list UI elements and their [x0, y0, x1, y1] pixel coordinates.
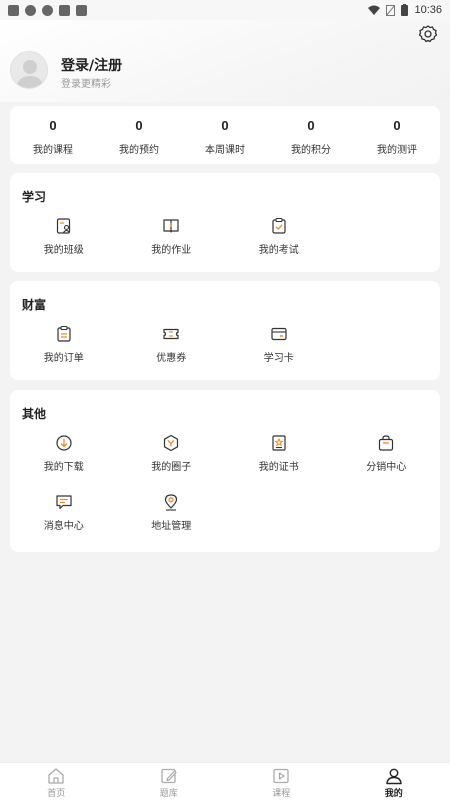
menu-label: 我的订单 — [43, 353, 84, 364]
distribution-icon — [379, 435, 394, 451]
avatar[interactable] — [10, 51, 48, 89]
menu-my-circles[interactable]: 我的圈子 — [118, 434, 226, 473]
battery-icon — [401, 4, 409, 16]
image-icon — [59, 4, 70, 16]
tab-home[interactable]: 首页 — [0, 763, 113, 800]
message-icon — [56, 495, 72, 510]
section-title: 学习 — [22, 190, 47, 204]
profile-icon — [386, 768, 402, 785]
tab-courses[interactable]: 课程 — [225, 763, 338, 800]
stat-my-points[interactable]: 0 我的积分 — [268, 106, 354, 164]
section-title: 财富 — [22, 298, 47, 312]
stat-value: 0 — [49, 118, 57, 133]
home-icon — [48, 768, 64, 784]
bottom-tab-bar: 首页 题库 课程 我的 — [0, 762, 450, 800]
menu-my-downloads[interactable]: 我的下载 — [10, 434, 118, 473]
study-section: 学习 我的班级 我的作业 我的考试 — [10, 173, 440, 272]
sync-icon — [42, 4, 53, 16]
stat-my-assessments[interactable]: 0 我的测评 — [354, 106, 440, 164]
stat-value: 0 — [221, 118, 229, 133]
stat-label: 本周课时 — [205, 145, 245, 156]
stat-label: 我的预约 — [119, 145, 159, 156]
menu-my-class[interactable]: 我的班级 — [10, 217, 118, 256]
profile-header: 登录/注册 登录更精彩 — [0, 20, 450, 102]
avatar-placeholder-icon — [16, 60, 44, 88]
login-hint: 登录更精彩 — [61, 79, 111, 90]
circle-icon — [164, 434, 179, 452]
stat-value: 0 — [393, 118, 401, 133]
menu-study-card[interactable]: 学习卡 — [225, 325, 333, 364]
menu-label: 我的作业 — [151, 245, 192, 256]
menu-label: 我的下载 — [43, 462, 84, 473]
menu-message-center[interactable]: 消息中心 — [10, 493, 118, 532]
stat-week-hours[interactable]: 0 本周课时 — [182, 106, 268, 164]
stat-label: 我的课程 — [33, 145, 73, 156]
question-bank-icon — [161, 768, 177, 784]
certificate-icon — [272, 435, 286, 451]
card-icon — [271, 327, 287, 341]
menu-label: 优惠券 — [156, 353, 187, 364]
menu-label: 我的圈子 — [151, 462, 192, 473]
tab-profile[interactable]: 我的 — [338, 763, 450, 800]
section-title: 其他 — [22, 407, 47, 421]
tab-label: 课程 — [272, 789, 291, 799]
stats-card: 0 我的课程 0 我的预约 0 本周课时 0 我的积分 0 我的测评 — [10, 106, 440, 164]
wifi-icon — [368, 5, 381, 15]
download-icon — [56, 435, 72, 451]
class-icon — [56, 218, 70, 234]
order-icon — [57, 325, 71, 342]
menu-my-orders[interactable]: 我的订单 — [10, 325, 118, 364]
menu-label: 我的班级 — [43, 245, 84, 256]
tab-question-bank[interactable]: 题库 — [113, 763, 226, 800]
menu-address-management[interactable]: 地址管理 — [118, 493, 226, 532]
menu-label: 地址管理 — [151, 521, 192, 532]
menu-my-homework[interactable]: 我的作业 — [118, 217, 226, 256]
app-notification-icon — [8, 4, 19, 16]
homework-icon — [163, 219, 179, 233]
tab-label: 首页 — [47, 789, 66, 799]
stat-value: 0 — [307, 118, 315, 133]
location-icon — [165, 494, 178, 511]
stat-label: 我的积分 — [291, 145, 331, 156]
menu-label: 我的证书 — [258, 462, 299, 473]
menu-label: 消息中心 — [43, 521, 84, 532]
menu-coupons[interactable]: 优惠券 — [118, 325, 226, 364]
menu-my-certificates[interactable]: 我的证书 — [225, 434, 333, 473]
menu-label: 分销中心 — [366, 462, 407, 473]
status-time: 10:36 — [414, 4, 442, 16]
tab-label: 我的 — [384, 789, 403, 799]
login-register-link[interactable]: 登录/注册 — [61, 55, 122, 75]
menu-label: 我的考试 — [258, 245, 299, 256]
stat-value: 0 — [135, 118, 143, 133]
course-icon — [273, 768, 289, 784]
text-icon — [76, 4, 87, 16]
gear-icon[interactable] — [418, 24, 438, 44]
exam-icon — [272, 217, 286, 234]
wealth-section: 财富 我的订单 优惠券 学习卡 — [10, 281, 440, 380]
stat-my-courses[interactable]: 0 我的课程 — [10, 106, 96, 164]
signal-icon — [386, 4, 396, 16]
stat-my-reservations[interactable]: 0 我的预约 — [96, 106, 182, 164]
coupon-icon — [163, 328, 179, 340]
status-bar: 10:36 — [0, 0, 450, 20]
menu-my-exam[interactable]: 我的考试 — [225, 217, 333, 256]
menu-label: 学习卡 — [263, 353, 294, 364]
tab-label: 题库 — [159, 789, 178, 799]
stat-label: 我的测评 — [377, 145, 417, 156]
sync-icon — [25, 4, 36, 16]
other-section: 其他 我的下载 我的圈子 我的证书 分销中心 消息中心 地址管理 — [10, 390, 440, 552]
menu-distribution-center[interactable]: 分销中心 — [333, 434, 441, 473]
